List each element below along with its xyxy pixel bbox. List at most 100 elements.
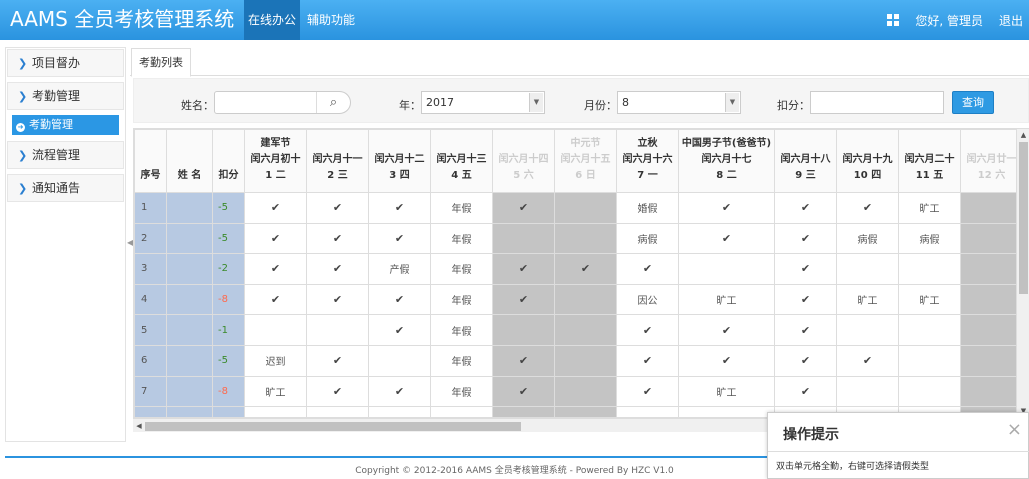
attendance-cell[interactable]: ✔ xyxy=(492,344,555,377)
attendance-cell[interactable]: ✔ xyxy=(306,375,369,408)
attendance-cell[interactable] xyxy=(554,192,617,224)
attendance-cell[interactable] xyxy=(554,375,617,408)
attendance-cell[interactable] xyxy=(492,314,555,346)
attendance-cell[interactable]: ✔ xyxy=(678,406,775,417)
attendance-cell[interactable]: ✔ xyxy=(244,192,307,224)
attendance-cell[interactable]: ✔ xyxy=(836,192,899,224)
attendance-cell[interactable]: 旷工 xyxy=(898,192,961,224)
attendance-cell[interactable]: ✔ xyxy=(774,192,837,224)
attendance-cell[interactable]: 病假 xyxy=(898,222,961,255)
attendance-cell[interactable]: ✔ xyxy=(774,222,837,255)
attendance-cell[interactable]: 旷工 xyxy=(678,283,775,316)
attendance-cell[interactable]: 旷工 xyxy=(678,375,775,408)
attendance-cell[interactable]: 病假 xyxy=(836,222,899,255)
attendance-cell[interactable]: ✔ xyxy=(368,375,431,408)
attendance-cell[interactable] xyxy=(960,375,1023,408)
attendance-cell[interactable] xyxy=(368,344,431,377)
sidebar-subitem-attendance[interactable]: ➜ 考勤管理 xyxy=(12,115,119,135)
attendance-cell[interactable] xyxy=(554,314,617,346)
attendance-cell[interactable]: ✔ xyxy=(492,253,555,285)
attendance-cell[interactable] xyxy=(960,192,1023,224)
attendance-cell[interactable]: ✔ xyxy=(368,283,431,316)
attendance-cell[interactable]: ✔ xyxy=(774,253,837,285)
sidebar-item-attendance[interactable]: ❯ 考勤管理 xyxy=(7,82,124,110)
attendance-cell[interactable]: ✔ xyxy=(244,283,307,316)
attendance-cell[interactable]: ✔ xyxy=(306,283,369,316)
month-select[interactable]: 8 ▼ xyxy=(617,91,741,114)
attendance-cell[interactable] xyxy=(678,253,775,285)
attendance-cell[interactable] xyxy=(492,222,555,255)
horizontal-scroll-thumb[interactable] xyxy=(145,422,521,431)
attendance-cell[interactable] xyxy=(960,344,1023,377)
name-search-field[interactable]: ⌕ xyxy=(214,91,351,114)
scroll-left-icon[interactable]: ◀ xyxy=(133,419,145,433)
attendance-cell[interactable]: 因公 xyxy=(616,283,679,316)
apps-grid-icon[interactable] xyxy=(887,14,900,26)
search-icon[interactable]: ⌕ xyxy=(316,92,350,113)
attendance-cell[interactable] xyxy=(960,283,1023,316)
nav-online-office[interactable]: 在线办公 xyxy=(244,0,300,40)
attendance-cell[interactable]: ✔ xyxy=(244,406,307,417)
attendance-cell[interactable]: ✔ xyxy=(492,406,555,417)
attendance-cell[interactable]: ✔ xyxy=(836,344,899,377)
attendance-cell[interactable]: ✔ xyxy=(306,253,369,285)
attendance-cell[interactable] xyxy=(898,314,961,346)
attendance-cell[interactable] xyxy=(898,253,961,285)
attendance-cell[interactable] xyxy=(898,344,961,377)
attendance-cell[interactable]: ✔ xyxy=(306,344,369,377)
attendance-cell[interactable]: ✔ xyxy=(244,253,307,285)
attendance-cell[interactable]: ✔ xyxy=(616,375,679,408)
attendance-cell[interactable]: ✔ xyxy=(368,222,431,255)
attendance-cell[interactable]: ✔ xyxy=(306,222,369,255)
attendance-cell[interactable]: ✔ xyxy=(774,375,837,408)
attendance-cell[interactable]: ✔ xyxy=(368,314,431,346)
attendance-cell[interactable]: 年假 xyxy=(430,222,493,255)
attendance-cell[interactable] xyxy=(960,314,1023,346)
attendance-cell[interactable]: 年假 xyxy=(430,314,493,346)
attendance-cell[interactable]: ✔ xyxy=(368,192,431,224)
sidebar-item-workflow[interactable]: ❯ 流程管理 xyxy=(7,141,124,169)
attendance-cell[interactable] xyxy=(554,406,617,417)
year-select[interactable]: 2017 ▼ xyxy=(421,91,545,114)
user-greeting[interactable]: 您好, 管理员 xyxy=(915,12,983,29)
attendance-cell[interactable]: ✔ xyxy=(244,222,307,255)
attendance-cell[interactable] xyxy=(836,314,899,346)
attendance-cell[interactable]: 旷工 xyxy=(244,375,307,408)
attendance-cell[interactable]: ✔ xyxy=(368,406,431,417)
attendance-cell[interactable] xyxy=(898,375,961,408)
attendance-cell[interactable] xyxy=(244,314,307,346)
attendance-cell[interactable]: ✔ xyxy=(554,253,617,285)
attendance-cell[interactable]: 年假 xyxy=(430,344,493,377)
nav-auxiliary[interactable]: 辅助功能 xyxy=(300,0,362,40)
attendance-cell[interactable] xyxy=(554,222,617,255)
attendance-cell[interactable]: ✔ xyxy=(616,253,679,285)
attendance-cell[interactable] xyxy=(836,375,899,408)
attendance-cell[interactable]: 年假 xyxy=(430,406,493,417)
attendance-cell[interactable]: ✔ xyxy=(306,192,369,224)
tab-attendance-list[interactable]: 考勤列表 xyxy=(131,48,191,77)
attendance-cell[interactable]: ✔ xyxy=(678,222,775,255)
attendance-cell[interactable]: ✔ xyxy=(774,344,837,377)
sidebar-item-notice[interactable]: ❯ 通知通告 xyxy=(7,174,124,202)
attendance-cell[interactable]: ✔ xyxy=(678,192,775,224)
vertical-scrollbar[interactable]: ▲ ▼ xyxy=(1016,129,1029,417)
attendance-cell[interactable] xyxy=(960,222,1023,255)
attendance-cell[interactable]: ✔ xyxy=(492,283,555,316)
attendance-cell[interactable] xyxy=(554,283,617,316)
attendance-cell[interactable]: 婚假 xyxy=(616,192,679,224)
attendance-cell[interactable]: ✔ xyxy=(678,314,775,346)
attendance-cell[interactable] xyxy=(836,253,899,285)
attendance-cell[interactable]: 年假 xyxy=(430,375,493,408)
attendance-cell[interactable]: 年假 xyxy=(430,192,493,224)
sidebar-item-project[interactable]: ❯ 项目督办 xyxy=(7,49,124,77)
attendance-cell[interactable]: 年假 xyxy=(430,253,493,285)
attendance-cell[interactable] xyxy=(306,314,369,346)
attendance-cell[interactable]: ✔ xyxy=(616,314,679,346)
logout-link[interactable]: 退出 xyxy=(999,12,1023,29)
attendance-cell[interactable]: 病假 xyxy=(616,222,679,255)
attendance-cell[interactable]: 旷工 xyxy=(836,283,899,316)
attendance-cell[interactable]: 旷工 xyxy=(898,283,961,316)
attendance-cell[interactable]: ✔ xyxy=(774,314,837,346)
attendance-cell[interactable]: ✔ xyxy=(306,406,369,417)
vertical-scroll-thumb[interactable] xyxy=(1019,142,1028,294)
